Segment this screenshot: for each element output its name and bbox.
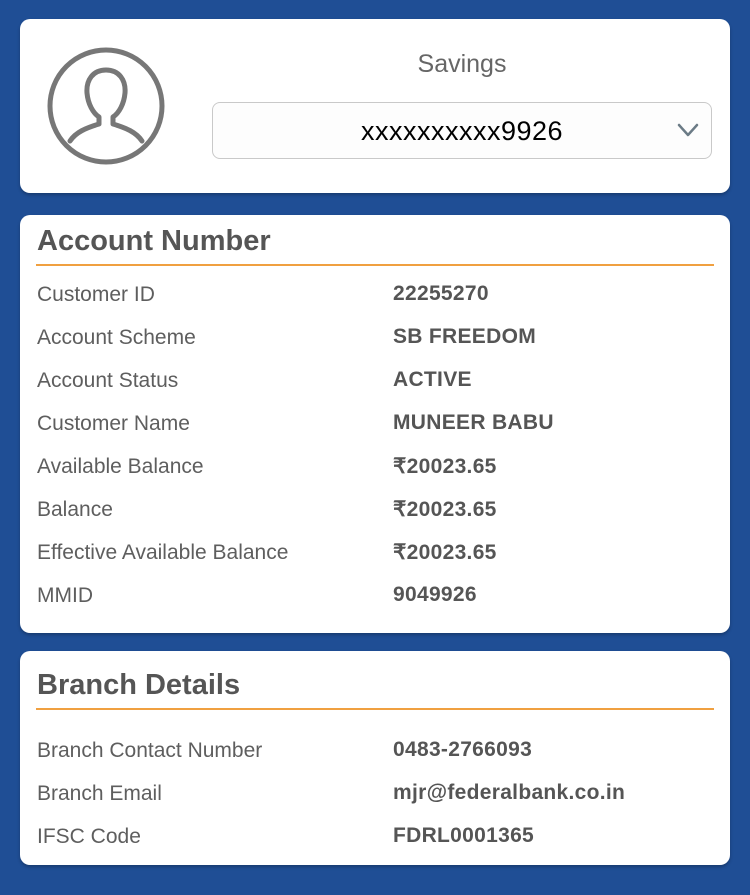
detail-row-branch-email: Branch Email mjr@federalbank.co.in bbox=[37, 781, 717, 812]
section-title: Account Number bbox=[37, 225, 271, 257]
branch-details-card: Branch Details Branch Contact Number 048… bbox=[20, 651, 730, 865]
detail-label: Branch Email bbox=[37, 782, 162, 805]
account-type-label: Savings bbox=[417, 50, 507, 78]
detail-value: ACTIVE bbox=[393, 368, 472, 391]
account-selector-card: Savings xxxxxxxxxx9926 bbox=[20, 19, 730, 193]
detail-value: 9049926 bbox=[393, 583, 477, 606]
section-title: Branch Details bbox=[37, 669, 241, 701]
detail-row-mmid: MMID 9049926 bbox=[37, 583, 717, 614]
detail-row-effective-available-balance: Effective Available Balance ₹20023.65 bbox=[37, 541, 717, 571]
detail-row-account-status: Account Status ACTIVE bbox=[37, 368, 717, 399]
detail-value: FDRL0001365 bbox=[393, 824, 535, 847]
detail-value: 0483-2766093 bbox=[393, 738, 533, 761]
detail-row-customer-id: Customer ID 22255270 bbox=[37, 282, 717, 313]
user-avatar-icon bbox=[46, 46, 166, 166]
detail-label: Branch Contact Number bbox=[37, 739, 263, 762]
detail-label: Balance bbox=[37, 498, 113, 521]
detail-label: Available Balance bbox=[37, 455, 204, 478]
detail-value: mjr@federalbank.co.in bbox=[393, 781, 626, 804]
account-number-dropdown[interactable]: xxxxxxxxxx9926 bbox=[212, 102, 712, 159]
detail-value: ₹20023.65 bbox=[393, 541, 497, 564]
section-divider bbox=[36, 708, 714, 710]
detail-label: Account Status bbox=[37, 369, 179, 392]
detail-label: IFSC Code bbox=[37, 825, 141, 848]
detail-row-customer-name: Customer Name MUNEER BABU bbox=[37, 411, 717, 442]
detail-label: Effective Available Balance bbox=[37, 541, 289, 564]
detail-row-branch-contact: Branch Contact Number 0483-2766093 bbox=[37, 738, 717, 769]
detail-row-ifsc-code: IFSC Code FDRL0001365 bbox=[37, 824, 717, 855]
detail-row-balance: Balance ₹20023.65 bbox=[37, 498, 717, 528]
detail-label: Account Scheme bbox=[37, 326, 196, 349]
detail-label: Customer ID bbox=[37, 283, 155, 306]
detail-value: 22255270 bbox=[393, 282, 489, 305]
section-divider bbox=[36, 264, 714, 266]
detail-value: ₹20023.65 bbox=[393, 455, 497, 478]
selected-account-number: xxxxxxxxxx9926 bbox=[360, 116, 564, 146]
detail-value: SB FREEDOM bbox=[393, 325, 537, 348]
detail-row-account-scheme: Account Scheme SB FREEDOM bbox=[37, 325, 717, 356]
detail-row-available-balance: Available Balance ₹20023.65 bbox=[37, 455, 717, 485]
detail-value: ₹20023.65 bbox=[393, 498, 497, 521]
detail-value: MUNEER BABU bbox=[393, 411, 554, 434]
chevron-down-icon bbox=[677, 123, 699, 137]
account-details-card: Account Number Customer ID 22255270 Acco… bbox=[20, 215, 730, 633]
detail-label: MMID bbox=[37, 584, 93, 607]
detail-label: Customer Name bbox=[37, 412, 190, 435]
